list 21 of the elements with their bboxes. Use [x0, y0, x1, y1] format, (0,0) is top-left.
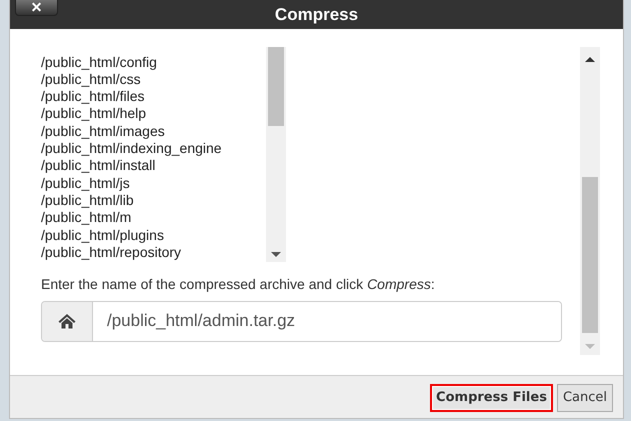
folder-path: /public_html/css	[41, 70, 142, 88]
compress-files-button[interactable]: Compress Files	[430, 384, 553, 412]
folder-path: /public_html/install	[41, 157, 156, 175]
dialog-title: Compress	[274, 4, 358, 26]
folder-path: /public_html/m	[41, 209, 132, 227]
close-button[interactable]: ×	[15, 0, 58, 16]
folder-path: /public_html/files	[41, 88, 146, 106]
cancel-button[interactable]: Cancel	[556, 384, 613, 412]
folder-path: /public_html/config	[41, 54, 158, 71]
folder-path: /public_html/indexing_engine	[41, 140, 223, 158]
home-icon	[58, 313, 76, 330]
instruction-text: Enter the name of the compressed archive and click Compress:	[41, 274, 436, 294]
scrollbar[interactable]	[266, 46, 286, 262]
folder-path: /public_html/lib	[41, 192, 135, 210]
folder-path: /public_html/plugins	[41, 226, 165, 244]
folder-path: /public_html/help	[41, 105, 148, 123]
archive-name-field[interactable]: /public_html/admin.tar.gz	[41, 300, 562, 342]
folder-path: /public_html/js	[41, 174, 131, 192]
scrollbar[interactable]	[580, 46, 600, 355]
folder-path: /public_html/repository	[41, 244, 182, 262]
folder-path: /public_html/images	[41, 122, 166, 140]
